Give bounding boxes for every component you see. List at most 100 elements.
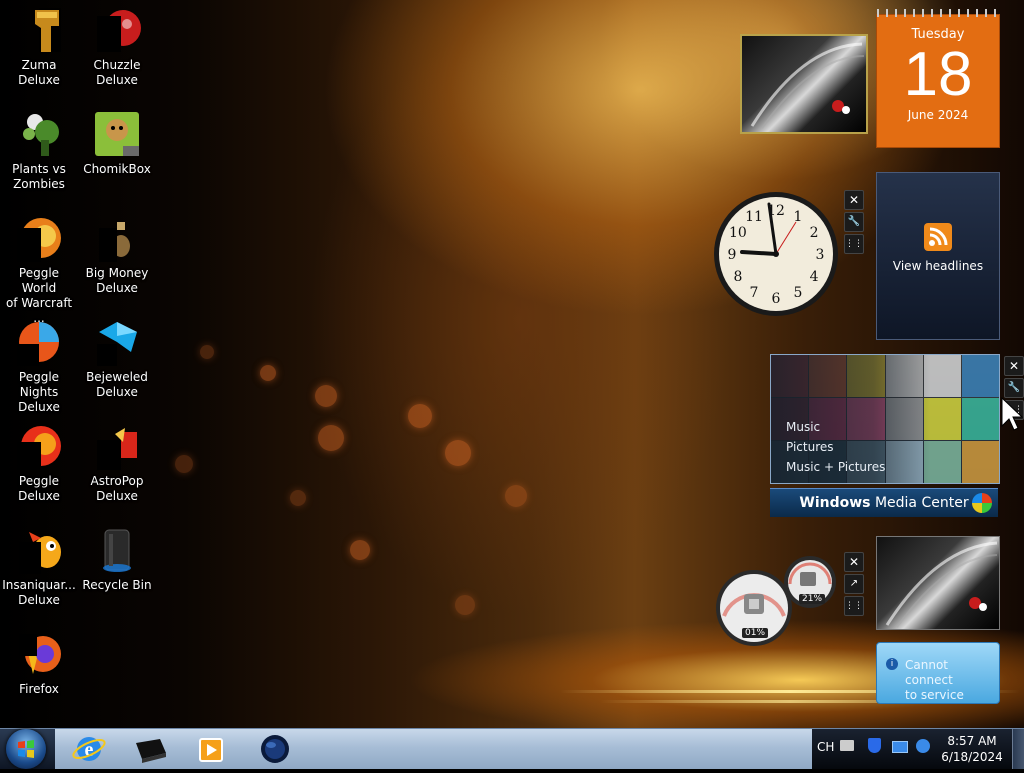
astropop-icon — [93, 422, 141, 470]
clock-numeral: 9 — [728, 247, 737, 263]
chuzzle-icon — [93, 6, 141, 54]
tray-date: 6/18/2024 — [941, 750, 1003, 764]
feed-headlines-gadget[interactable]: View headlines — [876, 172, 1000, 340]
media-center-menu: Music Pictures Music + Pictures — [786, 417, 885, 477]
clock-numeral: 1 — [794, 209, 803, 225]
media-menu-pictures[interactable]: Pictures — [786, 437, 885, 457]
slideshow-image-2 — [885, 541, 998, 628]
clock-numeral: 6 — [772, 291, 781, 307]
taskbar: e CH 8:57 AM 6/18/2024 — [0, 728, 1024, 769]
peggle-nights-icon — [15, 318, 63, 366]
recycle-bin-icon — [93, 526, 141, 574]
peggle-deluxe-icon — [15, 422, 63, 470]
media-menu-music-pictures[interactable]: Music + Pictures — [786, 457, 885, 477]
media-center-brand-bold: Windows — [799, 495, 871, 511]
cpu-meter-controls: ✕ ↗ ⋮⋮ — [844, 552, 864, 618]
volume-icon[interactable] — [916, 739, 930, 753]
desktop-icon-chomikbox[interactable]: ChomikBox — [78, 110, 156, 177]
desktop-icon-peggle-world-of-warcraft[interactable]: Peggle World of Warcraft ... — [0, 214, 78, 326]
desktop-icon-zuma-deluxe[interactable]: Zuma Deluxe — [0, 6, 78, 88]
input-language[interactable]: CH — [817, 740, 834, 754]
cpu-meter-gadget[interactable]: 01% 21% — [716, 554, 840, 648]
wallpaper-bokeh — [455, 595, 475, 615]
desktop-icon-insaniquarium-deluxe[interactable]: Insaniquar... Deluxe — [0, 526, 78, 608]
wallpaper-bokeh — [200, 345, 214, 359]
options-wrench-icon[interactable]: 🔧 — [844, 212, 864, 232]
clock-numeral: 4 — [810, 269, 819, 285]
info-icon: i — [886, 658, 898, 670]
network-icon[interactable] — [892, 741, 908, 753]
desktop-icon-recycle-bin[interactable]: Recycle Bin — [78, 526, 156, 593]
globe-icon — [261, 735, 289, 763]
internet-explorer-icon: e — [72, 737, 106, 761]
wallpaper-bokeh — [505, 485, 527, 507]
start-button[interactable] — [6, 729, 46, 769]
calendar-rings — [877, 9, 999, 17]
desktop-icon-peggle-deluxe[interactable]: Peggle Deluxe — [0, 422, 78, 504]
black-device-icon — [136, 739, 166, 763]
wallpaper-bokeh — [260, 365, 276, 381]
wallpaper-bokeh — [408, 404, 432, 428]
desktop-icon-chuzzle-deluxe[interactable]: Chuzzle Deluxe — [78, 6, 156, 88]
media-menu-music[interactable]: Music — [786, 417, 885, 437]
clock-numeral: 3 — [816, 247, 825, 263]
slideshow-gadget[interactable] — [740, 34, 868, 134]
weather-gadget[interactable]: i Cannot connect to service — [876, 642, 1000, 704]
desktop-icon-firefox[interactable]: Firefox — [0, 630, 78, 697]
media-center-gadget[interactable]: Music Pictures Music + Pictures — [770, 354, 1000, 484]
calendar-gadget[interactable]: Tuesday 18 June 2024 — [876, 9, 1000, 148]
taskbar-internet-explorer[interactable]: e — [60, 731, 118, 767]
firefox-icon — [15, 630, 63, 678]
drag-handle-icon[interactable]: ⋮⋮ — [844, 596, 864, 616]
windows-logo-icon — [18, 740, 34, 758]
drag-handle-icon[interactable]: ⋮⋮ — [844, 234, 864, 254]
taskbar-device-app[interactable] — [122, 731, 180, 767]
media-player-icon — [199, 738, 223, 762]
clock-tray[interactable]: 8:57 AM 6/18/2024 — [938, 733, 1006, 765]
slideshow-image — [750, 42, 865, 129]
rss-icon — [924, 223, 952, 251]
slideshow-gadget-2[interactable] — [876, 536, 1000, 630]
taskbar-globe-app[interactable] — [246, 731, 304, 767]
wallpaper-bokeh — [350, 540, 370, 560]
bejeweled-icon — [93, 318, 141, 366]
close-icon[interactable]: ✕ — [1004, 356, 1024, 376]
cpu-usage-value: 01% — [742, 628, 769, 638]
close-icon[interactable]: ✕ — [844, 552, 864, 572]
taskbar-media-player[interactable] — [184, 731, 242, 767]
desktop-icon-bejeweled-deluxe[interactable]: Bejeweled Deluxe — [78, 318, 156, 400]
insaniquarium-icon — [15, 526, 63, 574]
desktop-icon-plants-vs-zombies[interactable]: Plants vs Zombies — [0, 110, 78, 192]
desktop-icon-big-money-deluxe[interactable]: Big Money Deluxe — [78, 214, 156, 296]
calendar-day-number: 18 — [903, 40, 973, 109]
show-desktop-button[interactable] — [1012, 729, 1024, 769]
keyboard-icon[interactable] — [840, 740, 854, 751]
weather-message: Cannot connect to service — [905, 658, 999, 703]
clock-numeral: 8 — [733, 269, 742, 285]
wallpaper-bokeh — [445, 440, 471, 466]
options-wrench-icon[interactable]: 🔧 — [1004, 378, 1024, 398]
close-icon[interactable]: ✕ — [844, 190, 864, 210]
weather-line1: Cannot connect — [905, 658, 953, 687]
system-tray: CH 8:57 AM 6/18/2024 — [812, 729, 1024, 769]
desktop-icon-peggle-nights-deluxe[interactable]: Peggle Nights Deluxe — [0, 318, 78, 415]
wallpaper-bokeh — [315, 385, 337, 407]
security-shield-icon[interactable] — [868, 738, 881, 753]
zuma-icon — [15, 6, 63, 54]
wallpaper-bokeh — [318, 425, 344, 451]
mouse-cursor-icon — [1001, 396, 1024, 431]
tray-time: 8:57 AM — [947, 734, 997, 748]
clock-numeral: 7 — [750, 285, 759, 301]
clock-hour-hand — [740, 250, 778, 256]
size-toggle-icon[interactable]: ↗ — [844, 574, 864, 594]
clock-gadget[interactable]: 12 1 2 3 4 5 6 7 8 9 10 11 — [712, 190, 840, 318]
memory-usage-value: 21% — [799, 594, 826, 604]
media-center-brand-bar[interactable]: Windows Media Center — [770, 488, 998, 517]
plants-vs-zombies-icon — [15, 110, 63, 158]
view-headlines-link[interactable]: View headlines — [877, 259, 999, 273]
desktop-background[interactable]: Zuma Deluxe Chuzzle Deluxe Plants vs Zom… — [0, 0, 1024, 728]
clock-numeral: 5 — [794, 285, 803, 301]
weather-line2: to service — [905, 688, 964, 702]
desktop-icon-astropop-deluxe[interactable]: AstroPop Deluxe — [78, 422, 156, 504]
clock-numeral: 10 — [729, 225, 747, 241]
